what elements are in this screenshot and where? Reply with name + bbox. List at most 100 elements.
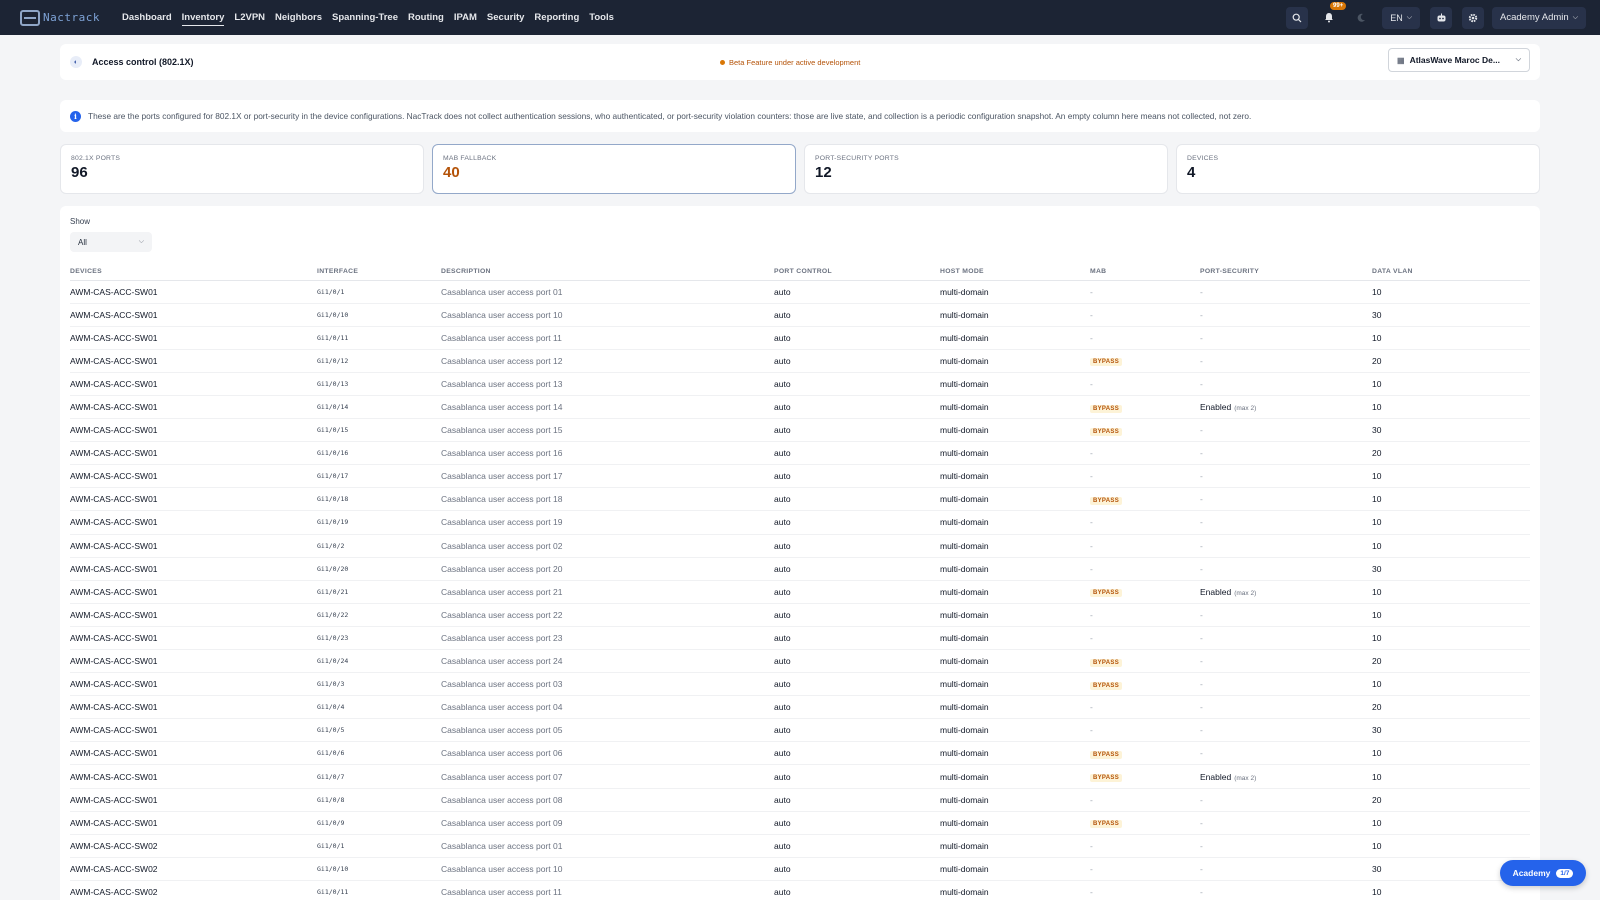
cell-port-security: -	[1200, 487, 1372, 512]
cell-description: Casablanca user access port 11	[441, 326, 774, 350]
table-row[interactable]: AWM-CAS-ACC-SW01 Gi1/0/9 Casablanca user a…	[70, 811, 1530, 835]
cell-data-vlan: 20	[1372, 788, 1530, 812]
table-row[interactable]: AWM-CAS-ACC-SW02 Gi1/0/11 Casablanca user …	[70, 880, 1530, 900]
table-row[interactable]: AWM-CAS-ACC-SW02 Gi1/0/1 Casablanca user a…	[70, 834, 1530, 858]
cell-description: Casablanca user access port 20	[441, 557, 774, 581]
cell-mab: BYPASS	[1090, 487, 1200, 512]
table-row[interactable]: AWM-CAS-ACC-SW01 Gi1/0/6 Casablanca user a…	[70, 741, 1530, 766]
cell-device: AWM-CAS-ACC-SW01	[70, 764, 317, 789]
column-header-host-mode[interactable]: HOST MODE	[940, 264, 1090, 281]
cell-data-vlan: 30	[1372, 557, 1530, 581]
cell-data-vlan: 10	[1372, 510, 1530, 535]
nav-item-l2vpn[interactable]: L2VPN	[234, 10, 265, 26]
cell-description: Casablanca user access port 24	[441, 649, 774, 674]
search-button[interactable]	[1286, 6, 1309, 29]
cell-mab: BYPASS	[1090, 580, 1200, 604]
nav-item-ipam[interactable]: IPAM	[454, 10, 477, 26]
table-row[interactable]: AWM-CAS-ACC-SW01 Gi1/0/12 Casablanca user …	[70, 349, 1530, 373]
cell-port-control: auto	[774, 834, 940, 858]
show-filter-value: All	[78, 237, 87, 247]
column-header-interface[interactable]: INTERFACE	[317, 264, 441, 281]
column-header-mab[interactable]: MAB	[1090, 264, 1200, 281]
table-row[interactable]: AWM-CAS-ACC-SW01 Gi1/0/8 Casablanca user a…	[70, 788, 1530, 812]
site-selector[interactable]: ▦ AtlasWave Maroc De... ⌵	[1388, 48, 1530, 72]
nav-item-spanning-tree[interactable]: Spanning-Tree	[332, 10, 398, 26]
table-row[interactable]: AWM-CAS-ACC-SW01 Gi1/0/14 Casablanca user …	[70, 395, 1530, 420]
mab-bypass-badge: BYPASS	[1090, 681, 1123, 690]
column-header-data-vlan[interactable]: DATA VLAN	[1372, 264, 1530, 281]
academy-button[interactable]: Academy 1/7	[1500, 860, 1586, 886]
table-row[interactable]: AWM-CAS-ACC-SW02 Gi1/0/10 Casablanca user …	[70, 857, 1530, 881]
table-row[interactable]: AWM-CAS-ACC-SW01 Gi1/0/7 Casablanca user a…	[70, 764, 1530, 789]
cell-data-vlan: 10	[1372, 764, 1530, 789]
table-row[interactable]: AWM-CAS-ACC-SW01 Gi1/0/19 Casablanca user …	[70, 510, 1530, 535]
cell-port-control: auto	[774, 580, 940, 604]
mab-bypass-badge: BYPASS	[1090, 658, 1123, 667]
cell-data-vlan: 10	[1372, 741, 1530, 766]
cell-port-security: -	[1200, 880, 1372, 900]
mab-bypass-badge: BYPASS	[1090, 358, 1123, 367]
table-row[interactable]: AWM-CAS-ACC-SW01 Gi1/0/20 Casablanca user …	[70, 557, 1530, 581]
table-row[interactable]: AWM-CAS-ACC-SW01 Gi1/0/11 Casablanca user …	[70, 326, 1530, 350]
column-header-port-security[interactable]: PORT-SECURITY	[1200, 264, 1372, 281]
table-row[interactable]: AWM-CAS-ACC-SW01 Gi1/0/15 Casablanca user …	[70, 418, 1530, 443]
nav-item-tools[interactable]: Tools	[589, 10, 614, 26]
table-row[interactable]: AWM-CAS-ACC-SW01 Gi1/0/22 Casablanca user …	[70, 603, 1530, 627]
cell-host-mode: multi-domain	[940, 764, 1090, 789]
table-row[interactable]: AWM-CAS-ACC-SW01 Gi1/0/4 Casablanca user a…	[70, 695, 1530, 720]
nav-item-reporting[interactable]: Reporting	[534, 10, 579, 26]
notification-badge: 99+	[1330, 1, 1347, 10]
cell-port-security: -	[1200, 510, 1372, 535]
table-row[interactable]: AWM-CAS-ACC-SW01 Gi1/0/2 Casablanca user a…	[70, 534, 1530, 558]
stat-card-mab-fallback[interactable]: MAB FALLBACK 40	[432, 144, 796, 194]
column-header-devices[interactable]: DEVICES	[70, 264, 317, 281]
cell-port-control: auto	[774, 418, 940, 443]
table-row[interactable]: AWM-CAS-ACC-SW01 Gi1/0/17 Casablanca user …	[70, 464, 1530, 489]
cell-interface: Gi1/0/2	[317, 534, 441, 558]
cell-port-security: -	[1200, 418, 1372, 443]
column-header-description[interactable]: DESCRIPTION	[441, 264, 774, 281]
assistant-button[interactable]	[1430, 6, 1453, 29]
show-filter-select[interactable]: All ⌵	[70, 232, 152, 252]
stat-card-devices[interactable]: DEVICES 4	[1176, 144, 1540, 194]
user-name: Academy Admin	[1500, 12, 1569, 23]
cell-mab: -	[1090, 626, 1200, 651]
cell-interface: Gi1/0/22	[317, 603, 441, 627]
cell-device: AWM-CAS-ACC-SW01	[70, 626, 317, 651]
nav-item-dashboard[interactable]: Dashboard	[122, 10, 172, 26]
table-row[interactable]: AWM-CAS-ACC-SW01 Gi1/0/1 Casablanca user a…	[70, 280, 1530, 304]
stat-card-dot1x-ports[interactable]: 802.1X PORTS 96	[60, 144, 424, 194]
user-menu[interactable]: Academy Admin ⌵	[1492, 6, 1586, 29]
cell-host-mode: multi-domain	[940, 672, 1090, 697]
nav-item-security[interactable]: Security	[487, 10, 525, 26]
nav-item-routing[interactable]: Routing	[408, 10, 444, 26]
table-row[interactable]: AWM-CAS-ACC-SW01 Gi1/0/16 Casablanca user …	[70, 441, 1530, 466]
chevron-down-icon: ⌵	[1572, 13, 1578, 21]
cell-interface: Gi1/0/20	[317, 557, 441, 581]
cell-port-control: auto	[774, 764, 940, 789]
notifications-button[interactable]: 99+	[1318, 1, 1347, 29]
table-row[interactable]: AWM-CAS-ACC-SW01 Gi1/0/10 Casablanca user …	[70, 303, 1530, 327]
cell-mab: BYPASS	[1090, 741, 1200, 766]
logo[interactable]: Nactrack	[20, 9, 104, 26]
column-header-port-control[interactable]: PORT CONTROL	[774, 264, 940, 281]
table-row[interactable]: AWM-CAS-ACC-SW01 Gi1/0/5 Casablanca user a…	[70, 718, 1530, 743]
stat-card-port-security-ports[interactable]: PORT-SECURITY PORTS 12	[804, 144, 1168, 194]
cell-device: AWM-CAS-ACC-SW01	[70, 372, 317, 396]
table-row[interactable]: AWM-CAS-ACC-SW01 Gi1/0/3 Casablanca user a…	[70, 672, 1530, 697]
language-select[interactable]: EN ⌵	[1382, 6, 1421, 29]
table-row[interactable]: AWM-CAS-ACC-SW01 Gi1/0/21 Casablanca user …	[70, 580, 1530, 604]
table-row[interactable]: AWM-CAS-ACC-SW01 Gi1/0/23 Casablanca user …	[70, 626, 1530, 651]
stat-card-label: MAB FALLBACK	[443, 155, 497, 162]
cell-host-mode: multi-domain	[940, 880, 1090, 900]
table-row[interactable]: AWM-CAS-ACC-SW01 Gi1/0/24 Casablanca user …	[70, 649, 1530, 674]
table-row[interactable]: AWM-CAS-ACC-SW01 Gi1/0/18 Casablanca user …	[70, 487, 1530, 512]
settings-button[interactable]	[1462, 6, 1485, 29]
nav-item-neighbors[interactable]: Neighbors	[275, 10, 322, 26]
nav-item-inventory[interactable]: Inventory	[181, 10, 225, 26]
theme-toggle[interactable]	[1350, 7, 1372, 29]
table-row[interactable]: AWM-CAS-ACC-SW01 Gi1/0/13 Casablanca user …	[70, 372, 1530, 396]
cell-device: AWM-CAS-ACC-SW01	[70, 811, 317, 835]
cell-device: AWM-CAS-ACC-SW01	[70, 464, 317, 489]
cell-host-mode: multi-domain	[940, 418, 1090, 443]
